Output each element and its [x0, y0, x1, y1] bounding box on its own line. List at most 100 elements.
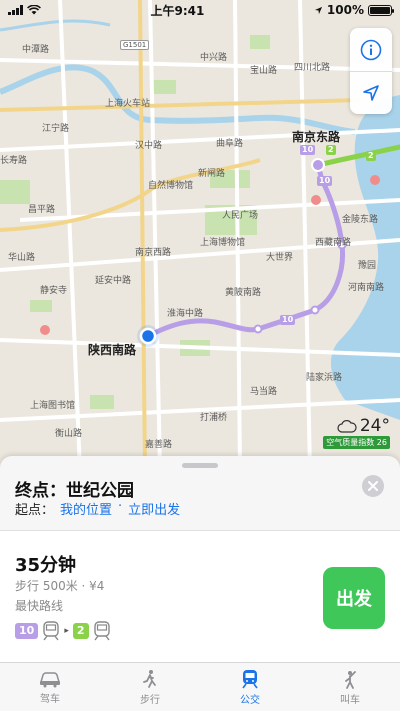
destination-title: 终点：世纪公园	[15, 481, 134, 501]
car-icon	[40, 671, 60, 687]
map-label: 衡山路	[55, 429, 83, 439]
tab-bar: 驾车 步行 公交 叫车	[0, 662, 400, 711]
station-label-shaanxi-south: 陕西南路	[88, 343, 137, 357]
status-bar: 上午9:41 100%	[0, 0, 400, 20]
line-10-badge: 10	[317, 176, 333, 186]
map-label: 上海图书馆	[30, 401, 76, 411]
route-duration: 35分钟	[15, 555, 77, 576]
step-arrow-icon: ▸	[64, 626, 69, 636]
map-label: 黄陂南路	[225, 288, 262, 298]
location-services-icon	[314, 6, 323, 14]
temperature: 24°	[359, 416, 390, 436]
highway-shield: G1501	[120, 40, 150, 50]
map-label: 新闸路	[198, 169, 226, 179]
poi-pin-icon	[40, 325, 50, 335]
map-label: 大世界	[266, 253, 294, 263]
map-label: 陆家浜路	[306, 373, 343, 383]
map-label: 宝山路	[250, 66, 278, 76]
tab-transit[interactable]: 公交	[200, 663, 300, 711]
tab-rideshare[interactable]: 叫车	[300, 663, 400, 711]
station-dot	[310, 305, 320, 315]
close-icon	[368, 481, 378, 491]
close-button[interactable]	[362, 475, 384, 497]
station-dot	[253, 324, 263, 334]
map-label: 上海火车站	[105, 99, 151, 109]
line-10-badge: 10	[280, 315, 296, 325]
battery-icon	[368, 4, 394, 16]
tab-label: 公交	[240, 694, 260, 706]
info-icon	[360, 39, 382, 60]
map-label: 人民广场	[222, 211, 259, 221]
line-10-badge: 10	[15, 623, 39, 639]
wifi-icon	[27, 5, 41, 15]
origin-row: 起点： 我的位置 · 立即出发	[15, 499, 180, 518]
rideshare-icon	[345, 670, 356, 689]
map-label: 四川北路	[294, 63, 331, 73]
park	[0, 180, 30, 204]
map-label: 上海博物馆	[200, 238, 246, 248]
origin-separator: ·	[118, 499, 123, 514]
aqi-badge: 空气质量指数 26	[323, 436, 390, 449]
poi-pin-icon	[370, 175, 380, 185]
map-label: 淮海中路	[167, 309, 204, 319]
map-label: 静安寺	[40, 286, 68, 296]
poi-pin-icon	[311, 195, 321, 205]
info-button[interactable]	[350, 28, 392, 71]
map-label: 自然博物馆	[148, 181, 194, 191]
map-label: 曲阜路	[216, 139, 244, 149]
depart-time-link[interactable]: 立即出发	[128, 499, 180, 518]
tab-drive[interactable]: 驾车	[0, 663, 100, 711]
creek-branch	[0, 19, 111, 32]
walk-icon	[143, 669, 156, 688]
map-label: 长寿路	[0, 156, 28, 166]
map-label: 嘉善路	[145, 440, 173, 450]
map-label: 江宁路	[42, 124, 70, 134]
tab-label: 驾车	[40, 693, 60, 705]
map-label: 河南南路	[348, 283, 385, 293]
route-tag: 最快路线	[15, 599, 64, 613]
sheet-grabber[interactable]	[182, 463, 218, 468]
line-2-badge: 2	[326, 145, 336, 155]
map-label: 延安中路	[95, 276, 132, 286]
train-icon	[43, 621, 60, 641]
map-label: 华山路	[8, 253, 36, 263]
map-controls	[350, 28, 392, 114]
cloud-icon	[337, 420, 357, 433]
route-option[interactable]: 35分钟 步行 500米 · ¥4 最快路线 10 ▸ 2 出发	[0, 531, 400, 666]
tab-label: 步行	[140, 694, 160, 706]
weather-widget: 24° 空气质量指数 26	[323, 416, 390, 449]
map-label: 金陵东路	[342, 215, 379, 225]
map-label: 汉中路	[135, 141, 163, 151]
destination-station	[311, 158, 325, 172]
status-time: 上午9:41	[150, 3, 205, 18]
park	[30, 300, 52, 312]
origin-location-link[interactable]: 我的位置	[60, 499, 112, 518]
line-10-badge: 10	[300, 145, 316, 155]
map-label: 西藏南路	[315, 238, 352, 248]
current-location-icon	[139, 327, 157, 345]
route-meta: 步行 500米 · ¥4	[15, 579, 105, 593]
signal-icon	[8, 5, 23, 15]
map-label: 打浦桥	[200, 413, 228, 423]
tab-walk[interactable]: 步行	[100, 663, 200, 711]
map-label: 中兴路	[200, 53, 228, 63]
park	[90, 395, 114, 409]
station-label-nanjing-east: 南京东路	[292, 130, 341, 144]
origin-label: 起点：	[15, 503, 55, 518]
battery-percent: 100%	[326, 3, 364, 17]
map-label: 昌平路	[28, 205, 56, 215]
transit-icon	[242, 669, 258, 688]
go-button[interactable]: 出发	[323, 567, 385, 629]
map-label: 马当路	[250, 387, 278, 397]
park	[250, 35, 270, 49]
locate-button[interactable]	[350, 71, 392, 114]
map-label: 中潭路	[22, 45, 50, 55]
map-view[interactable]: 中潭路 宝山路 中兴路 四川北路 上海火车站 江宁路 汉中路 曲阜路 长寿路 南…	[0, 0, 400, 470]
location-arrow-icon	[363, 85, 379, 101]
train-icon	[93, 621, 110, 641]
route-steps: 10 ▸ 2	[15, 621, 111, 641]
map-label: 豫园	[358, 261, 377, 271]
directions-sheet[interactable]: 终点：世纪公园 起点： 我的位置 · 立即出发 35分钟 步行 500米 · ¥…	[0, 456, 400, 711]
line-2-badge: 2	[72, 623, 89, 639]
map-label: 南京西路	[135, 248, 172, 258]
